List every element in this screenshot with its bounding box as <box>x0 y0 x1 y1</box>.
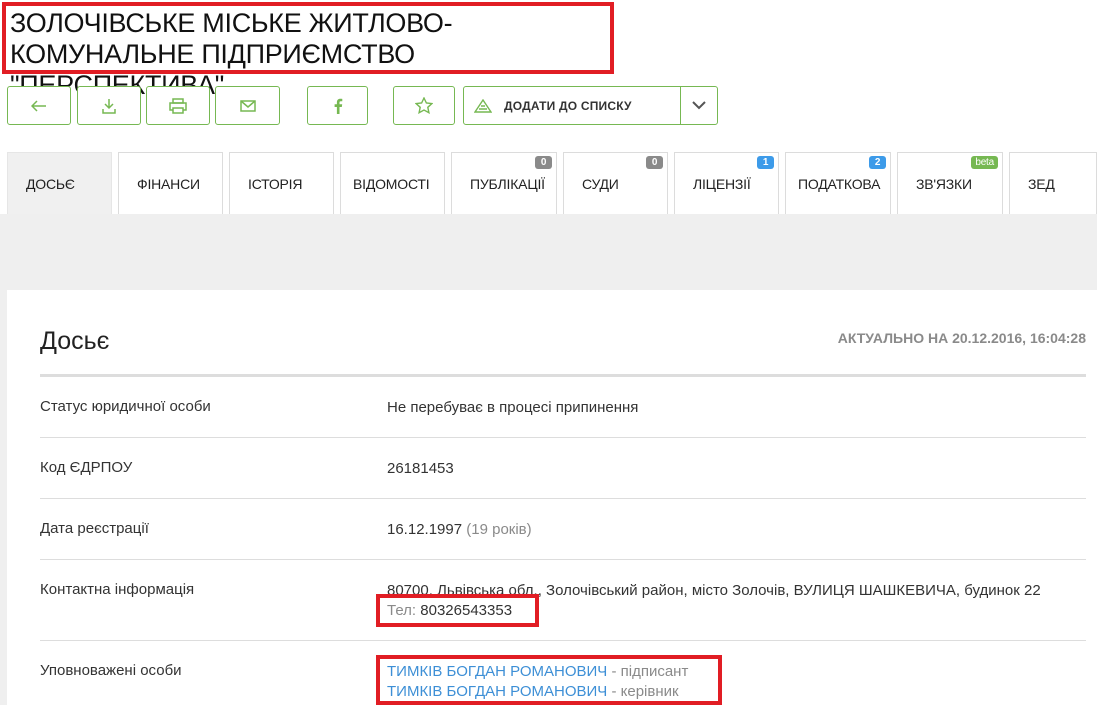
tab-courts[interactable]: СУДИ 0 <box>563 152 668 214</box>
tab-finances[interactable]: ФІНАНСИ <box>118 152 223 214</box>
persons-row: Уповноважені особи ТИМКІВ БОГДАН РОМАНОВ… <box>40 662 1086 705</box>
tab-tax[interactable]: ПОДАТКОВА 2 <box>785 152 891 214</box>
chevron-down-icon <box>692 101 706 110</box>
tab-publications[interactable]: ПУБЛІКАЦІЇ 0 <box>451 152 557 214</box>
star-icon <box>415 97 433 114</box>
facebook-share-button[interactable] <box>307 86 368 125</box>
status-row: Статус юридичної особи Не перебуває в пр… <box>40 398 1086 438</box>
person-role: - підписант <box>611 663 689 680</box>
tab-label: ДОСЬЄ <box>26 175 75 192</box>
field-label: Уповноважені особи <box>40 662 182 679</box>
dossier-card: Досьє АКТУАЛЬНО НА 20.12.2016, 16:04:28 … <box>7 290 1097 705</box>
count-badge: 2 <box>869 156 886 169</box>
registration-value: 16.12.1997 (19 років) <box>387 520 532 540</box>
add-to-list-button[interactable]: ДОДАТИ ДО СПИСКУ <box>464 87 680 124</box>
back-button[interactable] <box>7 86 71 125</box>
print-icon <box>169 97 187 114</box>
download-button[interactable] <box>77 86 141 125</box>
beta-badge: beta <box>971 156 998 169</box>
phone-label: Тел: <box>387 602 417 619</box>
divider <box>40 374 1086 377</box>
contacts-row: Контактна інформація 80700, Львівська об… <box>40 581 1086 641</box>
facebook-icon <box>334 98 342 114</box>
tab-label: ЗВ'ЯЗКИ <box>916 175 972 192</box>
tab-dossier[interactable]: ДОСЬЄ <box>7 152 112 214</box>
email-button[interactable] <box>215 86 280 125</box>
add-to-list-dropdown[interactable]: ДОДАТИ ДО СПИСКУ <box>463 86 718 125</box>
tab-label: ІСТОРІЯ <box>248 175 303 192</box>
persons-value: ТИМКІВ БОГДАН РОМАНОВИЧ - підписант ТИМК… <box>387 662 688 702</box>
contacts-value: 80700, Львівська обл., Золочівський райо… <box>387 581 1041 621</box>
tab-bar: ДОСЬЄ ФІНАНСИ ІСТОРІЯ ВІДОМОСТІ ПУБЛІКАЦ… <box>0 152 1097 214</box>
tab-label: ПОДАТКОВА <box>798 175 881 192</box>
download-icon <box>102 98 116 114</box>
tab-info[interactable]: ВІДОМОСТІ <box>340 152 445 214</box>
registration-date: 16.12.1997 <box>387 521 463 538</box>
address: 80700, Львівська обл., Золочівський райо… <box>387 582 1041 599</box>
tab-foreign-trade[interactable]: ЗЕД <box>1009 152 1097 214</box>
field-label: Дата реєстрації <box>40 520 149 537</box>
tab-label: ЗЕД <box>1028 175 1055 192</box>
mail-icon <box>239 99 256 112</box>
tab-connections[interactable]: ЗВ'ЯЗКИ beta <box>897 152 1003 214</box>
tab-licenses[interactable]: ЛІЦЕНЗІЇ 1 <box>674 152 779 214</box>
person-link[interactable]: ТИМКІВ БОГДАН РОМАНОВИЧ <box>387 683 607 700</box>
person-link[interactable]: ТИМКІВ БОГДАН РОМАНОВИЧ <box>387 663 607 680</box>
code-row: Код ЄДРПОУ 26181453 <box>40 459 1086 499</box>
field-label: Статус юридичної особи <box>40 398 211 415</box>
favorite-button[interactable] <box>393 86 455 125</box>
section-title: Досьє <box>40 327 110 355</box>
tab-label: ЛІЦЕНЗІЇ <box>693 175 751 192</box>
registration-age: (19 років) <box>466 521 532 538</box>
tab-label: ВІДОМОСТІ <box>353 175 430 192</box>
tab-label: ФІНАНСИ <box>137 175 200 192</box>
registration-row: Дата реєстрації 16.12.1997 (19 років) <box>40 520 1086 560</box>
field-label: Код ЄДРПОУ <box>40 459 133 476</box>
list-icon <box>474 98 492 113</box>
add-to-list-toggle[interactable] <box>680 87 717 124</box>
count-badge: 0 <box>535 156 552 169</box>
phone-number: 80326543353 <box>420 602 513 619</box>
back-arrow-icon <box>31 99 46 112</box>
status-value: Не перебуває в процесі припинення <box>387 399 639 416</box>
tab-label: СУДИ <box>582 175 619 192</box>
count-badge: 1 <box>757 156 774 169</box>
code-value: 26181453 <box>387 460 454 477</box>
field-label: Контактна інформація <box>40 581 195 598</box>
add-to-list-label: ДОДАТИ ДО СПИСКУ <box>504 98 632 113</box>
tab-label: ПУБЛІКАЦІЇ <box>470 175 545 192</box>
print-button[interactable] <box>146 86 210 125</box>
company-title-highlight: ЗОЛОЧІВСЬКЕ МІСЬКЕ ЖИТЛОВО-КОМУНАЛЬНЕ ПІ… <box>2 2 614 100</box>
tab-history[interactable]: ІСТОРІЯ <box>229 152 334 214</box>
updated-timestamp: АКТУАЛЬНО НА 20.12.2016, 16:04:28 <box>837 330 1086 346</box>
person-role: - керівник <box>611 683 679 700</box>
count-badge: 0 <box>646 156 663 169</box>
